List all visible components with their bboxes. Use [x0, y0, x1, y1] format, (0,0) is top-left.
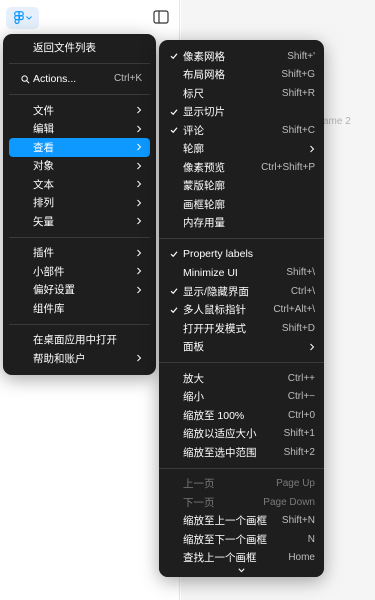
- chevron-right-icon: [137, 267, 142, 275]
- sidebar-toggle-icon[interactable]: [153, 10, 169, 24]
- menu-separator: [9, 62, 150, 64]
- chevron-down-icon: [25, 16, 32, 20]
- menu-item-memory-usage[interactable]: 内存用量: [159, 214, 324, 233]
- menu-item-actions[interactable]: Actions... Ctrl+K: [9, 70, 150, 89]
- menu-item-comments[interactable]: 评论 Shift+C: [159, 121, 324, 140]
- menu-scroll-down[interactable]: [159, 563, 324, 577]
- chevron-right-icon: [137, 217, 142, 225]
- menu-item-mask-outlines[interactable]: 蒙版轮廓: [159, 177, 324, 196]
- menu-item-property-labels[interactable]: Property labels: [159, 245, 324, 264]
- menu-item-pixel-grid[interactable]: 像素网格 Shift+': [159, 47, 324, 66]
- menu-item-zoom-100[interactable]: 缩放至 100% Ctrl+0: [159, 406, 324, 425]
- chevron-right-icon: [137, 249, 142, 257]
- menu-item-widgets[interactable]: 小部件: [9, 262, 150, 281]
- menu-item-next-page: 下一页 Page Down: [183, 496, 315, 509]
- checkmark-icon: [170, 251, 178, 258]
- menu-item-help-account[interactable]: 帮助和账户: [9, 349, 150, 368]
- menu-item-edit[interactable]: 编辑: [9, 120, 150, 139]
- chevron-right-icon: [137, 180, 142, 188]
- menu-item-show-slices[interactable]: 显示切片: [159, 103, 324, 122]
- menu-item-frame-outlines[interactable]: 画框轮廓: [159, 195, 324, 214]
- menu-item-libraries[interactable]: 组件库: [9, 299, 150, 318]
- menu-separator: [9, 236, 150, 238]
- menu-item-plugins[interactable]: 插件: [9, 244, 150, 263]
- search-icon: [21, 74, 30, 83]
- chevron-right-icon: [310, 145, 315, 153]
- menu-item-zoom-previous-frame[interactable]: 缩放至上一个画框 Shift+N: [159, 512, 324, 531]
- chevron-down-icon: [238, 567, 245, 572]
- view-submenu: 像素网格 Shift+' 布局网格 Shift+G 标尺 Shift+R 显示切片 评…: [159, 40, 324, 577]
- frame-label: ame 2: [323, 116, 351, 127]
- menu-item-view[interactable]: 查看: [9, 138, 150, 157]
- checkmark-icon: [170, 53, 178, 60]
- menu-separator: [159, 362, 324, 363]
- menu-item-multiplayer-cursors[interactable]: 多人鼠标指针 Ctrl+Alt+\: [159, 301, 324, 320]
- menu-item-text[interactable]: 文本: [9, 175, 150, 194]
- chevron-right-icon: [137, 162, 142, 170]
- menu-item-outlines[interactable]: 轮廓: [159, 140, 324, 159]
- menu-item-preferences[interactable]: 偏好设置: [9, 281, 150, 300]
- menu-separator: [159, 238, 324, 239]
- menu-item-arrange[interactable]: 排列: [9, 194, 150, 213]
- chevron-right-icon: [137, 354, 142, 362]
- menu-separator: [159, 467, 324, 469]
- checkmark-icon: [170, 127, 178, 134]
- checkmark-icon: [170, 288, 178, 295]
- chevron-right-icon: [137, 286, 142, 294]
- chevron-right-icon: [137, 143, 142, 151]
- chevron-right-icon: [310, 343, 315, 351]
- menu-item-zoom-to-selection[interactable]: 缩放至选中范围 Shift+2: [159, 443, 324, 462]
- figma-logo-icon: [13, 11, 24, 25]
- menu-item-file[interactable]: 文件: [9, 101, 150, 120]
- menu-item-open-in-desktop[interactable]: 在桌面应用中打开: [9, 331, 150, 350]
- menu-item-dev-mode[interactable]: 打开开发模式 Shift+D: [159, 319, 324, 338]
- chevron-right-icon: [137, 106, 142, 114]
- menu-item-rulers[interactable]: 标尺 Shift+R: [159, 84, 324, 103]
- menu-item-vector[interactable]: 矢量: [9, 212, 150, 231]
- menu-separator: [9, 94, 150, 95]
- menu-item-layout-grid[interactable]: 布局网格 Shift+G: [159, 66, 324, 85]
- menu-item-pixel-preview[interactable]: 像素预览 Ctrl+Shift+P: [159, 158, 324, 177]
- menu-item-zoom-next-frame[interactable]: 缩放至下一个画框 N: [159, 530, 324, 549]
- main-menu: 返回文件列表 Actions... Ctrl+K 文件 编辑 查看 对象 文本 …: [3, 34, 156, 375]
- chevron-right-icon: [137, 199, 142, 207]
- menu-item-previous-page: 上一页 Page Up: [183, 478, 315, 491]
- chevron-right-icon: [137, 125, 142, 133]
- menu-item-object[interactable]: 对象: [9, 157, 150, 176]
- main-menu-button[interactable]: [6, 7, 39, 29]
- menu-item-show-hide-ui[interactable]: 显示/隐藏界面 Ctrl+\: [159, 282, 324, 301]
- checkmark-icon: [170, 108, 178, 115]
- menu-separator: [9, 323, 150, 325]
- checkmark-icon: [170, 306, 178, 313]
- menu-item-zoom-to-fit[interactable]: 缩放以适应大小 Shift+1: [159, 425, 324, 444]
- menu-item-back-to-files[interactable]: 返回文件列表: [9, 38, 150, 57]
- menu-item-minimize-ui[interactable]: Minimize UI Shift+\: [159, 264, 324, 283]
- menu-item-zoom-in[interactable]: 放大 Ctrl++: [159, 369, 324, 388]
- menu-item-zoom-out[interactable]: 缩小 Ctrl+−: [159, 388, 324, 407]
- menu-item-panels[interactable]: 面板: [159, 338, 324, 357]
